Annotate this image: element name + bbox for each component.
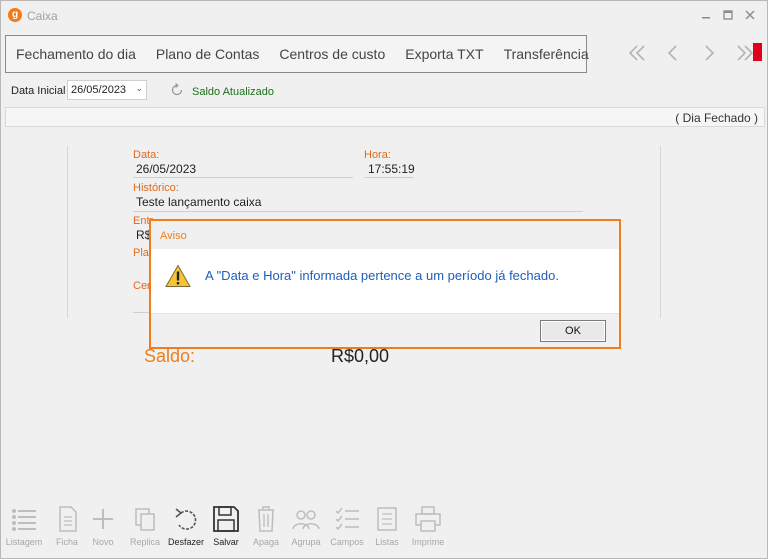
hora-underline	[364, 177, 414, 178]
ok-button[interactable]: OK	[540, 320, 606, 342]
tab-plano-de-contas[interactable]: Plano de Contas	[156, 46, 260, 62]
maximize-icon	[723, 10, 733, 20]
tab-exporta-txt[interactable]: Exporta TXT	[405, 46, 483, 62]
next-record-button[interactable]	[691, 41, 727, 65]
listas-button[interactable]: Listas	[365, 505, 409, 547]
form-right-border	[660, 146, 661, 318]
lists-icon	[377, 507, 397, 531]
data-underline	[133, 177, 353, 178]
agrupa-label: Agrupa	[291, 537, 321, 547]
dialog-footer: OK	[151, 313, 619, 347]
form-left-border	[67, 146, 68, 318]
desfazer-label: Desfazer	[167, 537, 204, 547]
red-status-marker	[753, 43, 762, 61]
list-icon	[12, 509, 36, 531]
dropdown-caret-icon[interactable]: ⌄	[135, 83, 143, 94]
window-title: Caixa	[27, 9, 58, 23]
apaga-button[interactable]: Apaga	[244, 505, 288, 547]
novo-button[interactable]: Novo	[81, 505, 125, 547]
minimize-button[interactable]	[697, 6, 715, 24]
checklist-icon	[335, 507, 359, 531]
undo-icon	[175, 508, 197, 530]
dia-fechado-label: ( Dia Fechado )	[675, 111, 758, 125]
save-icon	[213, 506, 239, 532]
close-icon	[745, 10, 755, 20]
apaga-label: Apaga	[252, 537, 280, 547]
campos-label: Campos	[330, 537, 364, 547]
close-button[interactable]	[741, 6, 759, 24]
printer-icon	[415, 506, 441, 532]
novo-label: Novo	[92, 537, 114, 547]
dialog-title-bar: Aviso	[151, 221, 619, 249]
double-chevron-right-icon	[737, 45, 754, 61]
chevron-left-icon	[667, 45, 677, 61]
imprime-button[interactable]: Imprime	[406, 505, 450, 547]
copy-icon	[135, 508, 155, 531]
window-controls	[697, 6, 759, 24]
minimize-icon	[702, 17, 710, 19]
desfazer-button[interactable]: Desfazer	[164, 505, 208, 547]
tab-centros-de-custo[interactable]: Centros de custo	[279, 46, 385, 62]
tab-transferencia[interactable]: Transferência	[504, 46, 589, 62]
campos-button[interactable]: Campos	[325, 505, 369, 547]
listagem-button[interactable]: Listagem	[2, 505, 46, 547]
data-label: Data:	[133, 149, 160, 161]
saldo-value: R$0,00	[331, 346, 390, 366]
refresh-icon[interactable]	[169, 82, 185, 98]
data-inicial-label: Data Inicial	[11, 85, 66, 97]
first-record-button[interactable]	[619, 41, 655, 65]
historico-label: Histórico:	[133, 182, 179, 194]
imprime-label: Imprime	[411, 537, 445, 547]
group-icon	[292, 510, 320, 530]
status-strip: ( Dia Fechado )	[5, 107, 765, 127]
hora-field[interactable]: 17:55:19	[368, 162, 415, 176]
listagem-label: Listagem	[5, 537, 43, 547]
agrupa-button[interactable]: Agrupa	[284, 505, 328, 547]
replica-label: Replica	[129, 537, 160, 547]
document-icon	[59, 506, 77, 532]
chevron-right-icon	[705, 45, 715, 61]
dialog-title: Aviso	[160, 230, 187, 242]
previous-record-button[interactable]	[655, 41, 691, 65]
aviso-dialog: Aviso A "Data e Hora" informada pertence…	[149, 219, 621, 349]
trash-icon	[258, 506, 274, 532]
data-inicial-input[interactable]: 26/05/2023 ⌄	[67, 80, 147, 100]
double-chevron-left-icon	[628, 45, 645, 61]
listas-label: Listas	[375, 537, 399, 547]
plus-icon	[93, 509, 113, 529]
tab-bar: Fechamento do dia Plano de Contas Centro…	[5, 35, 589, 73]
data-field[interactable]: 26/05/2023	[136, 162, 196, 176]
historico-underline	[133, 211, 583, 212]
saldo-atualizado-status: Saldo Atualizado	[192, 86, 274, 98]
tab-fechamento-do-dia[interactable]: Fechamento do dia	[16, 46, 136, 62]
historico-field[interactable]: Teste lançamento caixa	[136, 195, 261, 209]
app-logo-icon: g	[8, 8, 22, 22]
data-inicial-value: 26/05/2023	[71, 84, 127, 96]
bottom-toolbar: Listagem Ficha Novo Replica Desfazer Sal…	[1, 505, 767, 557]
salvar-button[interactable]: Salvar	[204, 505, 248, 547]
hora-label: Hora:	[364, 149, 391, 161]
filter-row: Data Inicial 26/05/2023 ⌄ Saldo Atualiza…	[1, 79, 767, 103]
saldo-label: Saldo:	[144, 346, 196, 366]
warning-icon	[165, 264, 191, 287]
maximize-button[interactable]	[719, 6, 737, 24]
record-navigation	[619, 41, 763, 65]
title-bar: g Caixa	[1, 1, 767, 31]
salvar-label: Salvar	[213, 537, 239, 547]
caixa-window: g Caixa Fechamento do dia Plano de Conta…	[0, 0, 768, 559]
dialog-message: A "Data e Hora" informada pertence a um …	[205, 268, 559, 283]
replica-button[interactable]: Replica	[123, 505, 167, 547]
